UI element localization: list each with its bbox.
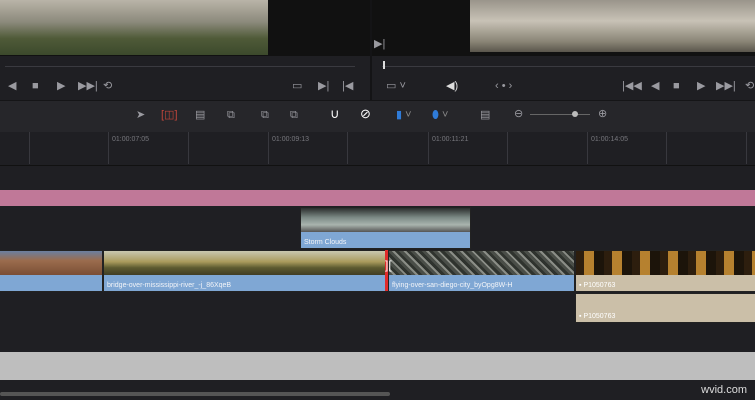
replace-clip-icon[interactable]: ⧉ xyxy=(290,109,298,121)
clip-label: bridge-over-mississippi-river_-j_86XqeB xyxy=(107,282,232,289)
stop-icon[interactable]: ■ xyxy=(673,80,680,92)
clip-previous[interactable] xyxy=(0,250,103,292)
clip-thumbnail xyxy=(0,251,102,275)
timeline-viewer-frame xyxy=(470,0,755,52)
play-icon[interactable]: ▶ xyxy=(697,80,705,92)
selection-tool-icon[interactable]: ➤ xyxy=(136,109,145,121)
toolbar xyxy=(0,100,755,133)
stop-icon[interactable]: ■ xyxy=(32,80,39,92)
jog-icon[interactable]: ‹ • › xyxy=(495,80,512,92)
ruler-tick xyxy=(347,132,348,164)
play-icon[interactable]: ▶ xyxy=(57,80,65,92)
ruler-timecode: 01:00:09:13 xyxy=(272,136,309,143)
viewer-size-icon[interactable]: ▭ ˅ xyxy=(386,80,406,92)
insert-clip-icon[interactable]: ⧉ xyxy=(227,109,235,121)
title-track-clip[interactable] xyxy=(0,190,755,206)
clip-storm-clouds[interactable]: Storm Clouds xyxy=(300,207,471,249)
match-frame-icon[interactable]: ▭ xyxy=(292,80,302,92)
marker-icon[interactable]: ⬮ ˅ xyxy=(432,109,448,121)
mark-in-icon[interactable]: |◀ xyxy=(342,80,353,92)
clip-thumbnail xyxy=(389,251,574,275)
ruler-tick xyxy=(507,132,508,164)
timeline-view-icon[interactable]: ▤ xyxy=(480,109,490,121)
ruler-tick xyxy=(188,132,189,164)
audio-track xyxy=(0,352,755,380)
scrubber-playhead[interactable] xyxy=(383,61,385,69)
clip-thumbnail xyxy=(576,251,755,275)
horizontal-scrollbar[interactable] xyxy=(0,392,390,396)
prev-frame-icon[interactable]: ◀ xyxy=(8,80,16,92)
volume-icon[interactable]: ◀) xyxy=(446,80,458,92)
clip-thumbnail xyxy=(104,251,386,275)
clip-p1050763-video[interactable]: ▪ P1050763 xyxy=(575,250,755,292)
clip-label: Storm Clouds xyxy=(304,239,347,246)
trim-cursor-icon: ][ xyxy=(385,258,392,272)
mark-out-icon[interactable]: ▶| xyxy=(318,80,329,92)
ruler-tick xyxy=(587,132,588,164)
clip-bridge[interactable]: bridge-over-mississippi-river_-j_86XqeB xyxy=(103,250,387,292)
clip-flying-san-diego[interactable]: flying-over-san-diego-city_byOpg8W-H xyxy=(388,250,575,292)
timeline-scrubber[interactable] xyxy=(382,66,755,67)
mark-out-icon[interactable]: ▶| xyxy=(374,38,385,50)
blade-icon[interactable]: ▤ xyxy=(195,109,205,121)
zoom-slider-handle[interactable] xyxy=(572,111,578,117)
watermark: wvid.com xyxy=(701,384,747,396)
next-clip-icon[interactable]: ▶▶| xyxy=(78,80,98,92)
ruler-timecode: 01:00:14:05 xyxy=(591,136,628,143)
clip-label: flying-over-san-diego-city_byOpg8W-H xyxy=(392,282,513,289)
ruler-timecode: 01:00:11:21 xyxy=(432,136,469,143)
zoom-out-icon[interactable]: ⊖ xyxy=(514,108,523,120)
trim-edit-icon[interactable]: [◫] xyxy=(161,109,178,121)
ruler-tick xyxy=(268,132,269,164)
clip-label: ▪ P1050763 xyxy=(579,282,616,289)
first-frame-icon[interactable]: |◀◀ xyxy=(622,80,642,92)
linked-selection-icon[interactable]: ⊘ xyxy=(360,107,371,120)
timeline-viewer: ▶| xyxy=(372,0,755,56)
overwrite-clip-icon[interactable]: ⧉ xyxy=(261,109,269,121)
ruler-timecode: 01:00:07:05 xyxy=(112,136,149,143)
source-viewer xyxy=(0,0,370,56)
clip-p1050763-audio[interactable]: ▪ P1050763 xyxy=(575,293,755,323)
snapping-icon[interactable]: ∪ xyxy=(330,107,340,120)
ruler-tick xyxy=(29,132,30,164)
clip-thumbnail xyxy=(301,208,470,232)
zoom-in-icon[interactable]: ⊕ xyxy=(598,108,607,120)
loop-icon[interactable]: ⟲ xyxy=(103,80,112,92)
zoom-slider[interactable] xyxy=(530,114,590,115)
ruler-tick xyxy=(428,132,429,164)
next-clip-icon[interactable]: ▶▶| xyxy=(716,80,736,92)
ruler-tick xyxy=(666,132,667,164)
flag-icon[interactable]: ▮ ˅ xyxy=(396,109,412,121)
source-scrubber[interactable] xyxy=(5,66,355,67)
prev-frame-icon[interactable]: ◀ xyxy=(651,80,659,92)
loop-icon[interactable]: ⟲ xyxy=(745,80,754,92)
source-viewer-frame xyxy=(0,0,268,55)
ruler-tick xyxy=(746,132,747,164)
ruler-tick xyxy=(108,132,109,164)
clip-label: ▪ P1050763 xyxy=(579,313,616,320)
